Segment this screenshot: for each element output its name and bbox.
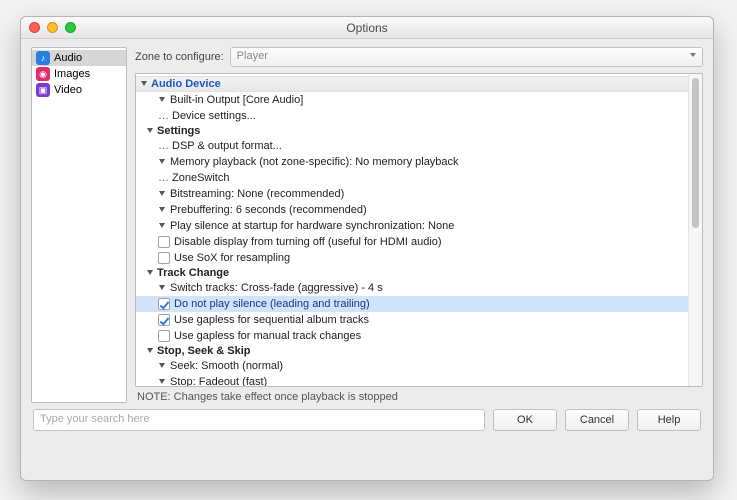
opt-bitstreaming[interactable]: Bitstreaming: None (recommended) bbox=[136, 186, 688, 202]
zone-value: Player bbox=[237, 50, 268, 62]
search-input[interactable]: Type your search here bbox=[33, 409, 485, 431]
chevron-down-icon bbox=[158, 284, 166, 292]
chevron-down-icon bbox=[140, 80, 148, 88]
chevron-down-icon bbox=[146, 347, 154, 355]
checkbox[interactable] bbox=[158, 298, 170, 310]
sidebar-item-images[interactable]: ◉ Images bbox=[32, 66, 126, 82]
checkbox[interactable] bbox=[158, 314, 170, 326]
group-settings[interactable]: Settings bbox=[136, 124, 688, 138]
chevron-down-icon bbox=[158, 222, 166, 230]
sidebar-item-audio[interactable]: ♪ Audio bbox=[32, 50, 126, 66]
chevron-down-icon bbox=[158, 158, 166, 166]
footer-note: NOTE: Changes take effect once playback … bbox=[135, 387, 703, 403]
chevron-down-icon bbox=[146, 269, 154, 277]
opt-disable-display-off[interactable]: Disable display from turning off (useful… bbox=[136, 234, 688, 250]
opt-do-not-play-silence[interactable]: Do not play silence (leading and trailin… bbox=[136, 296, 688, 312]
opt-gapless-manual[interactable]: Use gapless for manual track changes bbox=[136, 328, 688, 344]
sidebar-item-label: Audio bbox=[54, 52, 82, 64]
group-stop-seek-skip[interactable]: Stop, Seek & Skip bbox=[136, 344, 688, 358]
opt-play-silence-startup[interactable]: Play silence at startup for hardware syn… bbox=[136, 218, 688, 234]
opt-dsp-output[interactable]: …DSP & output format... bbox=[136, 138, 688, 154]
zone-row: Zone to configure: Player bbox=[135, 47, 703, 67]
scrollbar[interactable] bbox=[688, 74, 702, 386]
sidebar-item-label: Video bbox=[54, 84, 82, 96]
category-sidebar: ♪ Audio ◉ Images ▣ Video bbox=[31, 47, 127, 403]
tree-content: Audio Device Built-in Output [Core Audio… bbox=[136, 74, 688, 386]
checkbox[interactable] bbox=[158, 236, 170, 248]
chevron-down-icon bbox=[158, 206, 166, 214]
checkbox[interactable] bbox=[158, 330, 170, 342]
chevron-down-icon bbox=[158, 190, 166, 198]
checkbox[interactable] bbox=[158, 252, 170, 264]
chevron-down-icon bbox=[158, 378, 166, 386]
opt-switch-tracks[interactable]: Switch tracks: Cross-fade (aggressive) -… bbox=[136, 280, 688, 296]
cancel-button[interactable]: Cancel bbox=[565, 409, 629, 431]
window-body: ♪ Audio ◉ Images ▣ Video Zone to configu… bbox=[21, 39, 713, 480]
sidebar-item-label: Images bbox=[54, 68, 90, 80]
settings-tree: Audio Device Built-in Output [Core Audio… bbox=[135, 73, 703, 387]
ellipsis-icon: … bbox=[158, 112, 168, 120]
ellipsis-icon: … bbox=[158, 174, 168, 182]
scrollbar-thumb[interactable] bbox=[692, 78, 699, 228]
chevron-down-icon bbox=[158, 96, 166, 104]
opt-zoneswitch[interactable]: …ZoneSwitch bbox=[136, 170, 688, 186]
ellipsis-icon: … bbox=[158, 142, 168, 150]
opt-stop[interactable]: Stop: Fadeout (fast) bbox=[136, 374, 688, 386]
sidebar-item-video[interactable]: ▣ Video bbox=[32, 82, 126, 98]
titlebar: Options bbox=[21, 17, 713, 39]
content-row: ♪ Audio ◉ Images ▣ Video Zone to configu… bbox=[31, 47, 703, 403]
help-button[interactable]: Help bbox=[637, 409, 701, 431]
chevron-down-icon bbox=[158, 362, 166, 370]
options-window: Options ♪ Audio ◉ Images ▣ Video bbox=[20, 16, 714, 481]
group-track-change[interactable]: Track Change bbox=[136, 266, 688, 280]
section-audio-device[interactable]: Audio Device bbox=[136, 76, 688, 92]
tree-viewport: Audio Device Built-in Output [Core Audio… bbox=[136, 74, 688, 386]
video-icon: ▣ bbox=[36, 83, 50, 97]
opt-seek[interactable]: Seek: Smooth (normal) bbox=[136, 358, 688, 374]
section-title: Audio Device bbox=[151, 78, 221, 90]
ok-button[interactable]: OK bbox=[493, 409, 557, 431]
opt-gapless-sequential[interactable]: Use gapless for sequential album tracks bbox=[136, 312, 688, 328]
main-panel: Zone to configure: Player Audio Device B… bbox=[135, 47, 703, 403]
opt-use-sox[interactable]: Use SoX for resampling bbox=[136, 250, 688, 266]
bottom-bar: Type your search here OK Cancel Help bbox=[31, 403, 703, 433]
audio-icon: ♪ bbox=[36, 51, 50, 65]
zone-select[interactable]: Player bbox=[230, 47, 703, 67]
opt-device-settings[interactable]: …Device settings... bbox=[136, 108, 688, 124]
opt-memory-playback[interactable]: Memory playback (not zone-specific): No … bbox=[136, 154, 688, 170]
opt-prebuffering[interactable]: Prebuffering: 6 seconds (recommended) bbox=[136, 202, 688, 218]
opt-builtin-output[interactable]: Built-in Output [Core Audio] bbox=[136, 92, 688, 108]
window-title: Options bbox=[21, 21, 713, 35]
images-icon: ◉ bbox=[36, 67, 50, 81]
search-placeholder: Type your search here bbox=[40, 413, 149, 425]
zone-label: Zone to configure: bbox=[135, 51, 224, 63]
chevron-down-icon bbox=[146, 127, 154, 135]
